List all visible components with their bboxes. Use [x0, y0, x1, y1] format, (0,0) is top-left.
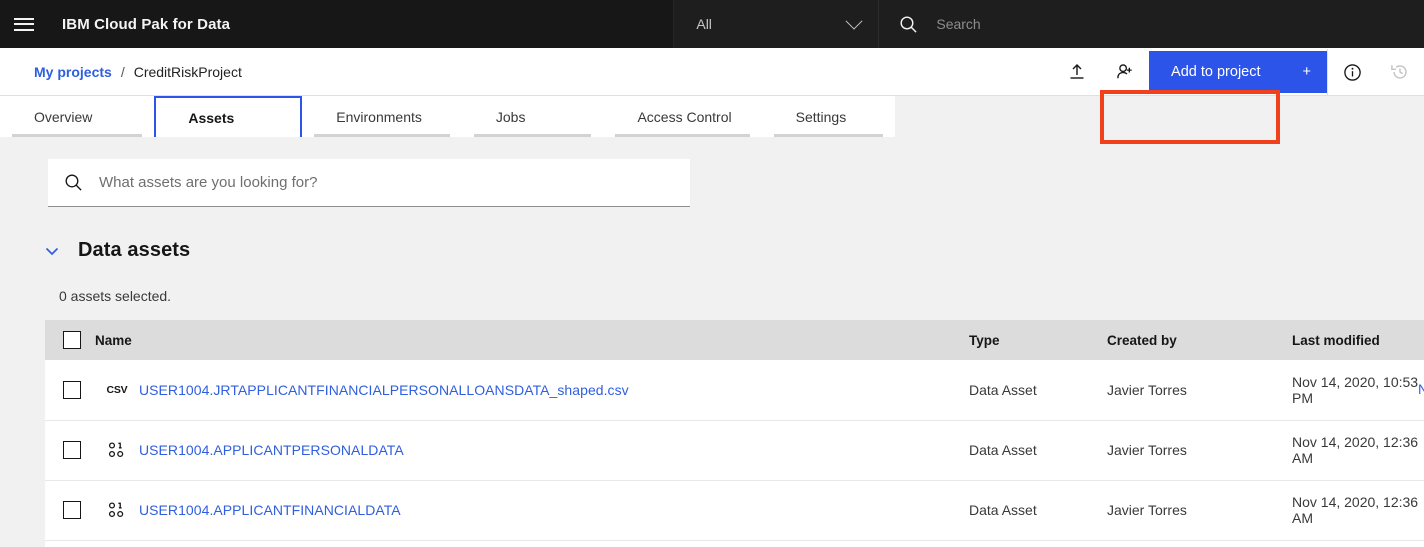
global-search-placeholder: Search	[936, 16, 981, 32]
tab-assets[interactable]: Assets	[154, 96, 303, 137]
add-to-project-label: Add to project	[1171, 64, 1261, 80]
add-user-icon	[1115, 62, 1136, 83]
global-search-input[interactable]: Search	[879, 0, 1424, 48]
app-brand[interactable]: IBM Cloud Pak for Data	[48, 0, 675, 48]
asset-name-link[interactable]: USER1004.APPLICANTPERSONALDATA	[139, 442, 404, 458]
row-type-cell: Data Asset	[969, 420, 1107, 481]
project-tabs: Overview Assets Environments Jobs Access…	[0, 96, 1424, 137]
row-created-by-cell	[1107, 540, 1292, 547]
edge-cut-off-link[interactable]: N	[1418, 381, 1424, 397]
hamburger-menu-button[interactable]	[0, 0, 48, 48]
plus-icon: +	[1302, 64, 1311, 80]
global-header: IBM Cloud Pak for Data All Search	[0, 0, 1424, 48]
asset-name-link[interactable]: USER1004.JRTAPPLICANTFINANCIALPERSONALLO…	[139, 382, 629, 398]
selected-count-label: 0 assets selected.	[59, 288, 172, 304]
add-collaborator-button[interactable]	[1101, 48, 1149, 96]
table-header-row: Name Type Created by Last modified	[45, 320, 1424, 360]
global-scope-value: All	[696, 16, 712, 32]
table-header: Name Type Created by Last modified	[45, 320, 1424, 360]
row-select-cell	[45, 540, 95, 547]
data-table-icon	[95, 441, 139, 459]
tabs-filler	[895, 96, 1424, 137]
row-last-modified-cell: Nov 14, 2020, 10:53 PM	[1292, 360, 1424, 421]
row-created-by-cell: Javier Torres	[1107, 480, 1292, 541]
global-scope-dropdown[interactable]: All	[674, 0, 880, 48]
row-last-modified-cell	[1292, 540, 1424, 547]
row-select-cell	[45, 360, 95, 421]
row-name-cell: CSV USER1004.JRTAPPLICANTFINANCIALPERSON…	[95, 360, 969, 421]
asset-search-input[interactable]: What assets are you looking for?	[48, 159, 690, 207]
tab-underline	[314, 134, 450, 137]
tab-environments[interactable]: Environments	[302, 96, 462, 137]
assets-panel: What assets are you looking for? Data as…	[0, 159, 1424, 547]
select-all-header	[45, 320, 95, 360]
column-header-name[interactable]: Name	[95, 320, 969, 360]
table-body: CSV USER1004.JRTAPPLICANTFINANCIALPERSON…	[45, 360, 1424, 547]
tab-label: Overview	[34, 108, 93, 125]
column-header-created-by[interactable]: Created by	[1107, 320, 1292, 360]
row-name-cell: USER1004.APPLICANTPERSONALDATA	[95, 420, 969, 481]
data-assets-title: Data assets	[78, 239, 191, 261]
row-type-cell	[969, 540, 1107, 547]
project-info-button[interactable]	[1328, 48, 1376, 96]
select-all-checkbox[interactable]	[63, 331, 81, 349]
row-name-cell	[95, 540, 969, 547]
row-last-modified-cell: Nov 14, 2020, 12:36 AM	[1292, 480, 1424, 541]
row-last-modified-cell: Nov 14, 2020, 12:36 AM	[1292, 420, 1424, 481]
history-clock-icon	[1390, 62, 1410, 82]
tab-underline	[615, 134, 750, 137]
table-row[interactable]	[45, 540, 1424, 547]
table-row[interactable]: USER1004.APPLICANTPERSONALDATA Data Asse…	[45, 420, 1424, 481]
project-history-button[interactable]	[1376, 48, 1424, 96]
tab-access-control[interactable]: Access Control	[603, 96, 762, 137]
csv-file-icon: CSV	[95, 384, 139, 396]
row-select-cell	[45, 480, 95, 541]
app-title: IBM Cloud Pak for Data	[62, 15, 231, 33]
upload-icon	[1067, 62, 1087, 82]
add-to-project-button[interactable]: Add to project +	[1149, 51, 1327, 93]
row-created-by-cell: Javier Torres	[1107, 360, 1292, 421]
hamburger-menu-icon	[14, 14, 34, 34]
row-checkbox[interactable]	[63, 501, 81, 519]
row-type-cell: Data Asset	[969, 360, 1107, 421]
search-icon	[64, 173, 83, 192]
table-row[interactable]: USER1004.APPLICANTFINANCIALDATA Data Ass…	[45, 480, 1424, 541]
row-select-cell	[45, 420, 95, 481]
csv-file-icon-label: CSV	[106, 383, 128, 396]
tab-label: Jobs	[495, 108, 526, 125]
tab-label: Settings	[795, 108, 847, 125]
row-checkbox[interactable]	[63, 380, 81, 399]
chevron-down-icon	[44, 243, 60, 259]
breadcrumb-actions: Add to project +	[1053, 48, 1424, 96]
tab-underline	[12, 134, 143, 137]
tab-label: Environments	[336, 108, 422, 125]
column-header-last-modified[interactable]: Last modified	[1292, 320, 1424, 360]
row-name-cell: USER1004.APPLICANTFINANCIALDATA	[95, 480, 969, 541]
data-assets-section-toggle[interactable]: Data assets	[44, 239, 1424, 262]
tab-settings[interactable]: Settings	[761, 96, 896, 137]
column-header-type[interactable]: Type	[969, 320, 1107, 360]
data-assets-table: Name Type Created by Last modified CSV U…	[45, 320, 1424, 547]
breadcrumb-bar: My projects / CreditRiskProject Add to p…	[0, 48, 1424, 144]
row-checkbox[interactable]	[63, 441, 81, 459]
tab-label: Access Control	[637, 108, 732, 125]
search-icon	[899, 15, 918, 34]
asset-search-placeholder: What assets are you looking for?	[99, 174, 318, 191]
data-table-icon	[95, 501, 139, 519]
breadcrumb-current-project: CreditRiskProject	[133, 63, 242, 80]
breadcrumb-separator: /	[120, 63, 125, 80]
tab-label: Assets	[188, 109, 235, 126]
tab-jobs[interactable]: Jobs	[461, 96, 604, 137]
tab-overview[interactable]: Overview	[0, 96, 155, 137]
tab-underline	[473, 134, 592, 137]
upload-button[interactable]	[1053, 48, 1101, 96]
tab-underline	[773, 134, 884, 137]
row-created-by-cell: Javier Torres	[1107, 420, 1292, 481]
table-row[interactable]: CSV USER1004.JRTAPPLICANTFINANCIALPERSON…	[45, 360, 1424, 421]
asset-name-link[interactable]: USER1004.APPLICANTFINANCIALDATA	[139, 502, 401, 518]
information-icon	[1343, 63, 1362, 82]
chevron-down-icon	[845, 12, 863, 30]
breadcrumb-my-projects-link[interactable]: My projects	[34, 64, 112, 80]
row-type-cell: Data Asset	[969, 480, 1107, 541]
